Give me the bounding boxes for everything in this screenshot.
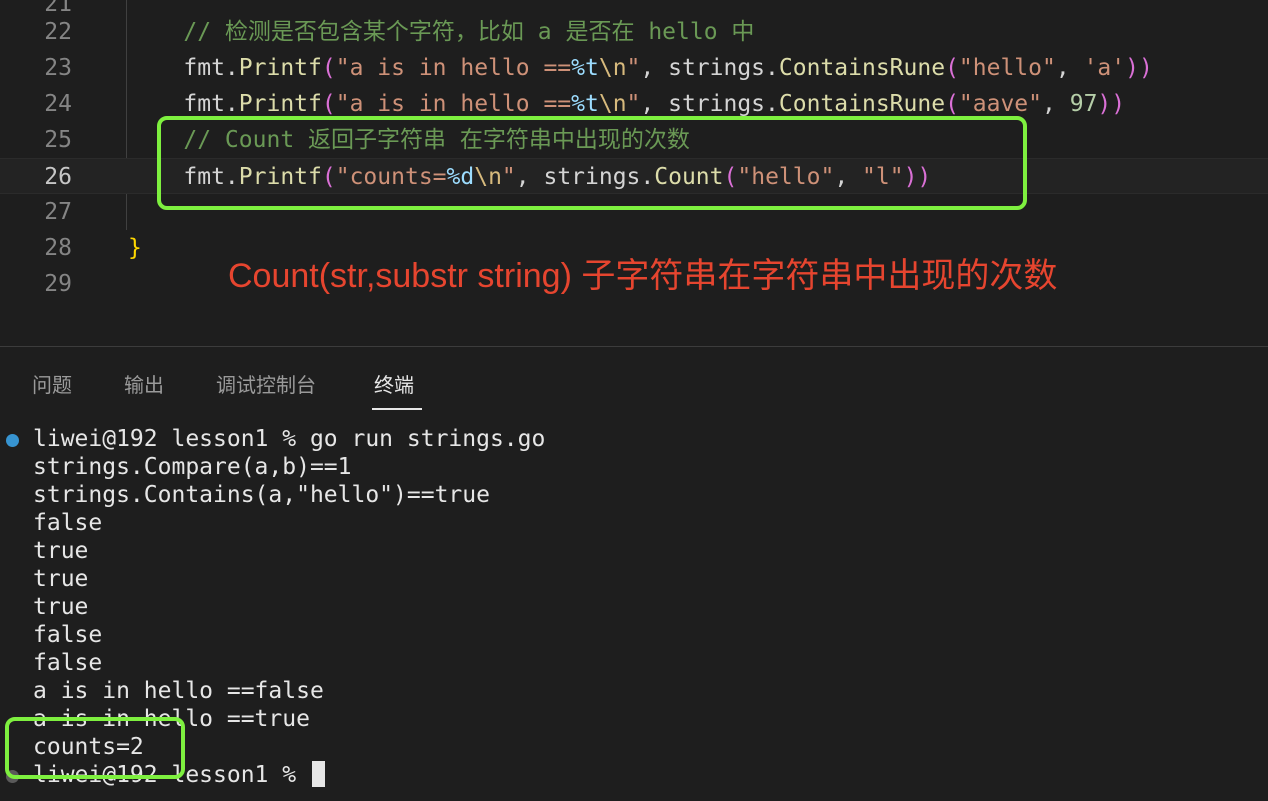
code-token: ( — [321, 55, 336, 81]
terminal-line: true — [33, 538, 89, 564]
output-highlight-box — [5, 717, 185, 779]
code-token: %t — [571, 55, 599, 81]
code-token: \n — [598, 91, 627, 117]
code-line-22[interactable]: 22 // 检测是否包含某个字符，比如 a 是否在 hello 中 — [0, 14, 1268, 50]
line-number: 27 — [44, 199, 72, 225]
tab-output[interactable]: 输出 — [124, 369, 164, 398]
code-token: )) — [1097, 91, 1126, 117]
tab-problems[interactable]: 问题 — [32, 369, 72, 398]
code-highlight-box — [157, 116, 1027, 210]
terminal-line: false — [33, 650, 103, 676]
terminal-line: strings.Compare(a,b)==1 — [33, 454, 352, 480]
code-token: " — [626, 91, 641, 117]
code-token: ContainsRune — [778, 91, 946, 117]
code-token: "a is in hello == — [335, 55, 572, 81]
line-number: 26 — [44, 164, 72, 190]
code-token: Printf — [238, 55, 322, 81]
code-token: 97 — [1069, 91, 1098, 117]
line-number: 28 — [44, 235, 72, 261]
code-token: , — [1055, 55, 1084, 81]
annotation-text: Count(str,substr string) 子字符串在字符串中出现的次数 — [228, 257, 1058, 295]
terminal-line: liwei@192 lesson1 % go run strings.go — [33, 426, 546, 452]
terminal-line: strings.Contains(a,"hello")==true — [33, 482, 490, 508]
code-token: "aave" — [958, 91, 1043, 117]
code-token: Printf — [238, 91, 322, 117]
terminal-cursor — [311, 761, 325, 787]
code-token: } — [128, 235, 142, 261]
code-token: \n — [598, 55, 627, 81]
line-number: 23 — [44, 55, 72, 81]
code-token: ( — [321, 91, 336, 117]
active-tab-indicator — [372, 408, 422, 410]
code-token: ( — [945, 55, 959, 81]
terminal-line: true — [33, 594, 89, 620]
code-token: "hello" — [958, 55, 1056, 81]
terminal-line: true — [33, 566, 89, 592]
terminal-line: a is in hello ==false — [33, 678, 324, 704]
panel-tabs: 问题 输出 调试控制台 终端 — [0, 347, 1268, 411]
terminal-line: false — [33, 622, 103, 648]
code-token: "a is in hello == — [335, 91, 572, 117]
tab-debug-console[interactable]: 调试控制台 — [216, 369, 316, 398]
code-token: fmt. — [128, 91, 239, 117]
tab-terminal[interactable]: 终端 — [374, 369, 414, 398]
line-number: 22 — [44, 19, 72, 45]
code-token: ( — [945, 91, 959, 117]
code-token: )) — [1125, 55, 1153, 81]
code-token: // 检测是否包含某个字符，比如 a 是否在 hello 中 — [183, 19, 755, 45]
code-line-23[interactable]: 23 fmt.Printf("a is in hello ==%t\n", st… — [0, 50, 1268, 86]
code-token: , — [1042, 91, 1070, 117]
line-number: 25 — [44, 127, 72, 153]
bottom-panel: 问题 输出 调试控制台 终端 liwei@192 lesson1 % go ru… — [0, 346, 1268, 801]
code-token: fmt. — [128, 55, 239, 81]
code-token: " — [626, 55, 641, 81]
code-token: %t — [571, 91, 599, 117]
code-token: ContainsRune — [778, 55, 946, 81]
code-text: // 检测是否包含某个字符，比如 a 是否在 hello 中 — [128, 14, 754, 50]
code-token: 'a' — [1083, 55, 1126, 81]
command-status-dot — [6, 434, 19, 447]
code-text: fmt.Printf("a is in hello ==%t\n", strin… — [128, 50, 1153, 86]
terminal-line: false — [33, 510, 103, 536]
code-text: } — [128, 230, 142, 266]
code-token: , strings. — [640, 91, 779, 117]
code-token: , strings. — [640, 55, 779, 81]
line-number: 24 — [44, 91, 72, 117]
line-number: 29 — [44, 271, 72, 297]
code-editor[interactable]: 21 22 // 检测是否包含某个字符，比如 a 是否在 hello 中 23 … — [0, 0, 1268, 346]
